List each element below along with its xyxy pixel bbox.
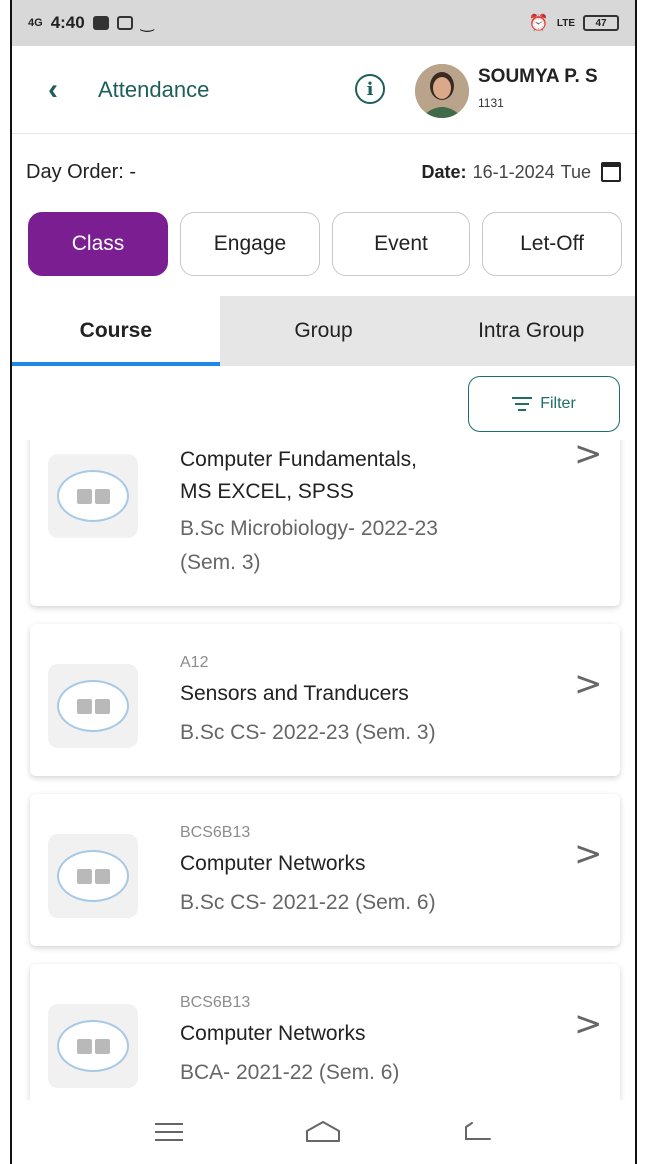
book-icon <box>48 834 138 918</box>
chevron-right-icon[interactable]: > <box>574 1004 603 1044</box>
avatar-image <box>415 64 469 118</box>
back-icon[interactable]: ‹ <box>48 73 88 107</box>
day-order: Day Order: - <box>26 160 137 183</box>
home-icon-svg <box>306 1121 341 1142</box>
book-icon <box>48 664 138 748</box>
book-icon <box>48 1004 138 1088</box>
list-item[interactable]: BCS6B13 Computer Networks B.Sc CS- 2021-… <box>30 794 620 946</box>
status-time: 4:40 <box>50 13 85 32</box>
course-title: Computer Networks <box>180 1022 366 1045</box>
course-code: BCS6B13 <box>180 824 251 841</box>
course-code: BCS6B13 <box>180 994 251 1011</box>
course-subtitle: B.Sc CS- 2022-23 (Sem. 3) <box>180 721 436 744</box>
status-right: ⏰ LTE 47 <box>529 13 619 33</box>
status-left: 4G 4:40 ‿ <box>28 13 154 33</box>
segment-engage[interactable]: Engage <box>180 212 320 276</box>
info-icon[interactable]: i <box>355 74 385 104</box>
system-nav-bar <box>12 1100 635 1164</box>
battery-icon: 47 <box>583 15 619 31</box>
tab-course[interactable]: Course <box>12 296 220 366</box>
calendar-icon[interactable] <box>601 162 621 182</box>
date-value: 16-1-2024 <box>472 161 555 182</box>
date-picker[interactable]: Date: 16-1-2024 Tue <box>422 162 621 183</box>
segment-let-off[interactable]: Let-Off <box>482 212 622 276</box>
page-title: Attendance <box>98 76 210 102</box>
list-item[interactable]: Computer Fundamentals, MS EXCEL, SPSS B.… <box>30 440 620 606</box>
back-nav-icon-svg <box>464 1122 491 1140</box>
network-indicator: 4G <box>28 17 43 29</box>
book-icon <box>48 454 138 538</box>
tab-indicator <box>12 362 220 366</box>
chevron-right-icon[interactable]: > <box>574 440 603 474</box>
day-value: Tue <box>560 161 591 182</box>
status-bar: 4G 4:40 ‿ ⏰ LTE 47 <box>12 0 635 46</box>
filter-label: Filter <box>540 395 576 412</box>
date-row: Day Order: - Date: 16-1-2024 Tue <box>12 150 635 194</box>
chevron-right-icon[interactable]: > <box>574 834 603 874</box>
chevron-right-icon[interactable]: > <box>574 664 603 704</box>
tab-group-label: Group <box>294 319 353 342</box>
alarm-icon: ⏰ <box>528 15 549 32</box>
course-title: Sensors and Tranducers <box>180 682 409 705</box>
course-title-line2: MS EXCEL, SPSS <box>180 480 354 503</box>
attendance-type-segments: Class Engage Event Let-Off <box>28 212 622 276</box>
list-item[interactable]: BCS6B13 Computer Networks BCA- 2021-22 (… <box>30 964 620 1100</box>
user-name: SOUMYA P. S <box>478 66 598 87</box>
phone-screen: 4G 4:40 ‿ ⏰ LTE 47 ‹ Attendance i SOUMYA… <box>10 0 637 1164</box>
segment-event[interactable]: Event <box>332 212 470 276</box>
home-icon[interactable] <box>303 1117 343 1147</box>
app-header: ‹ Attendance i SOUMYA P. S 1131 <box>12 46 635 134</box>
course-subtitle: B.Sc CS- 2021-22 (Sem. 6) <box>180 891 436 914</box>
course-subtitle: BCA- 2021-22 (Sem. 6) <box>180 1061 400 1084</box>
squiggle-icon: ‿ <box>140 15 154 32</box>
course-title: Computer Fundamentals, <box>180 448 417 471</box>
filter-button[interactable]: Filter <box>468 376 620 432</box>
tab-course-label: Course <box>79 319 153 342</box>
course-title: Computer Networks <box>180 852 366 875</box>
message-icon <box>92 16 109 30</box>
tab-intra-group-label: Intra Group <box>478 319 585 342</box>
avatar[interactable] <box>415 64 469 118</box>
tab-group[interactable]: Group <box>219 296 428 366</box>
user-id: 1131 <box>478 96 504 110</box>
filter-icon <box>512 397 533 411</box>
course-list: Computer Fundamentals, MS EXCEL, SPSS B.… <box>12 440 635 1100</box>
mail-icon <box>116 16 133 30</box>
back-nav-icon[interactable] <box>458 1117 498 1147</box>
menu-icon[interactable] <box>149 1117 189 1147</box>
course-subtitle-line2: (Sem. 3) <box>180 551 261 574</box>
tab-intra-group[interactable]: Intra Group <box>427 296 635 366</box>
course-code: A12 <box>180 654 209 671</box>
segment-class[interactable]: Class <box>28 212 168 276</box>
course-subtitle: B.Sc Microbiology- 2022-23 <box>180 517 438 540</box>
tab-bar: Course Group Intra Group <box>12 296 635 366</box>
lte-indicator: LTE <box>556 17 575 29</box>
date-label: Date: <box>421 161 467 182</box>
list-item[interactable]: A12 Sensors and Tranducers B.Sc CS- 2022… <box>30 624 620 776</box>
